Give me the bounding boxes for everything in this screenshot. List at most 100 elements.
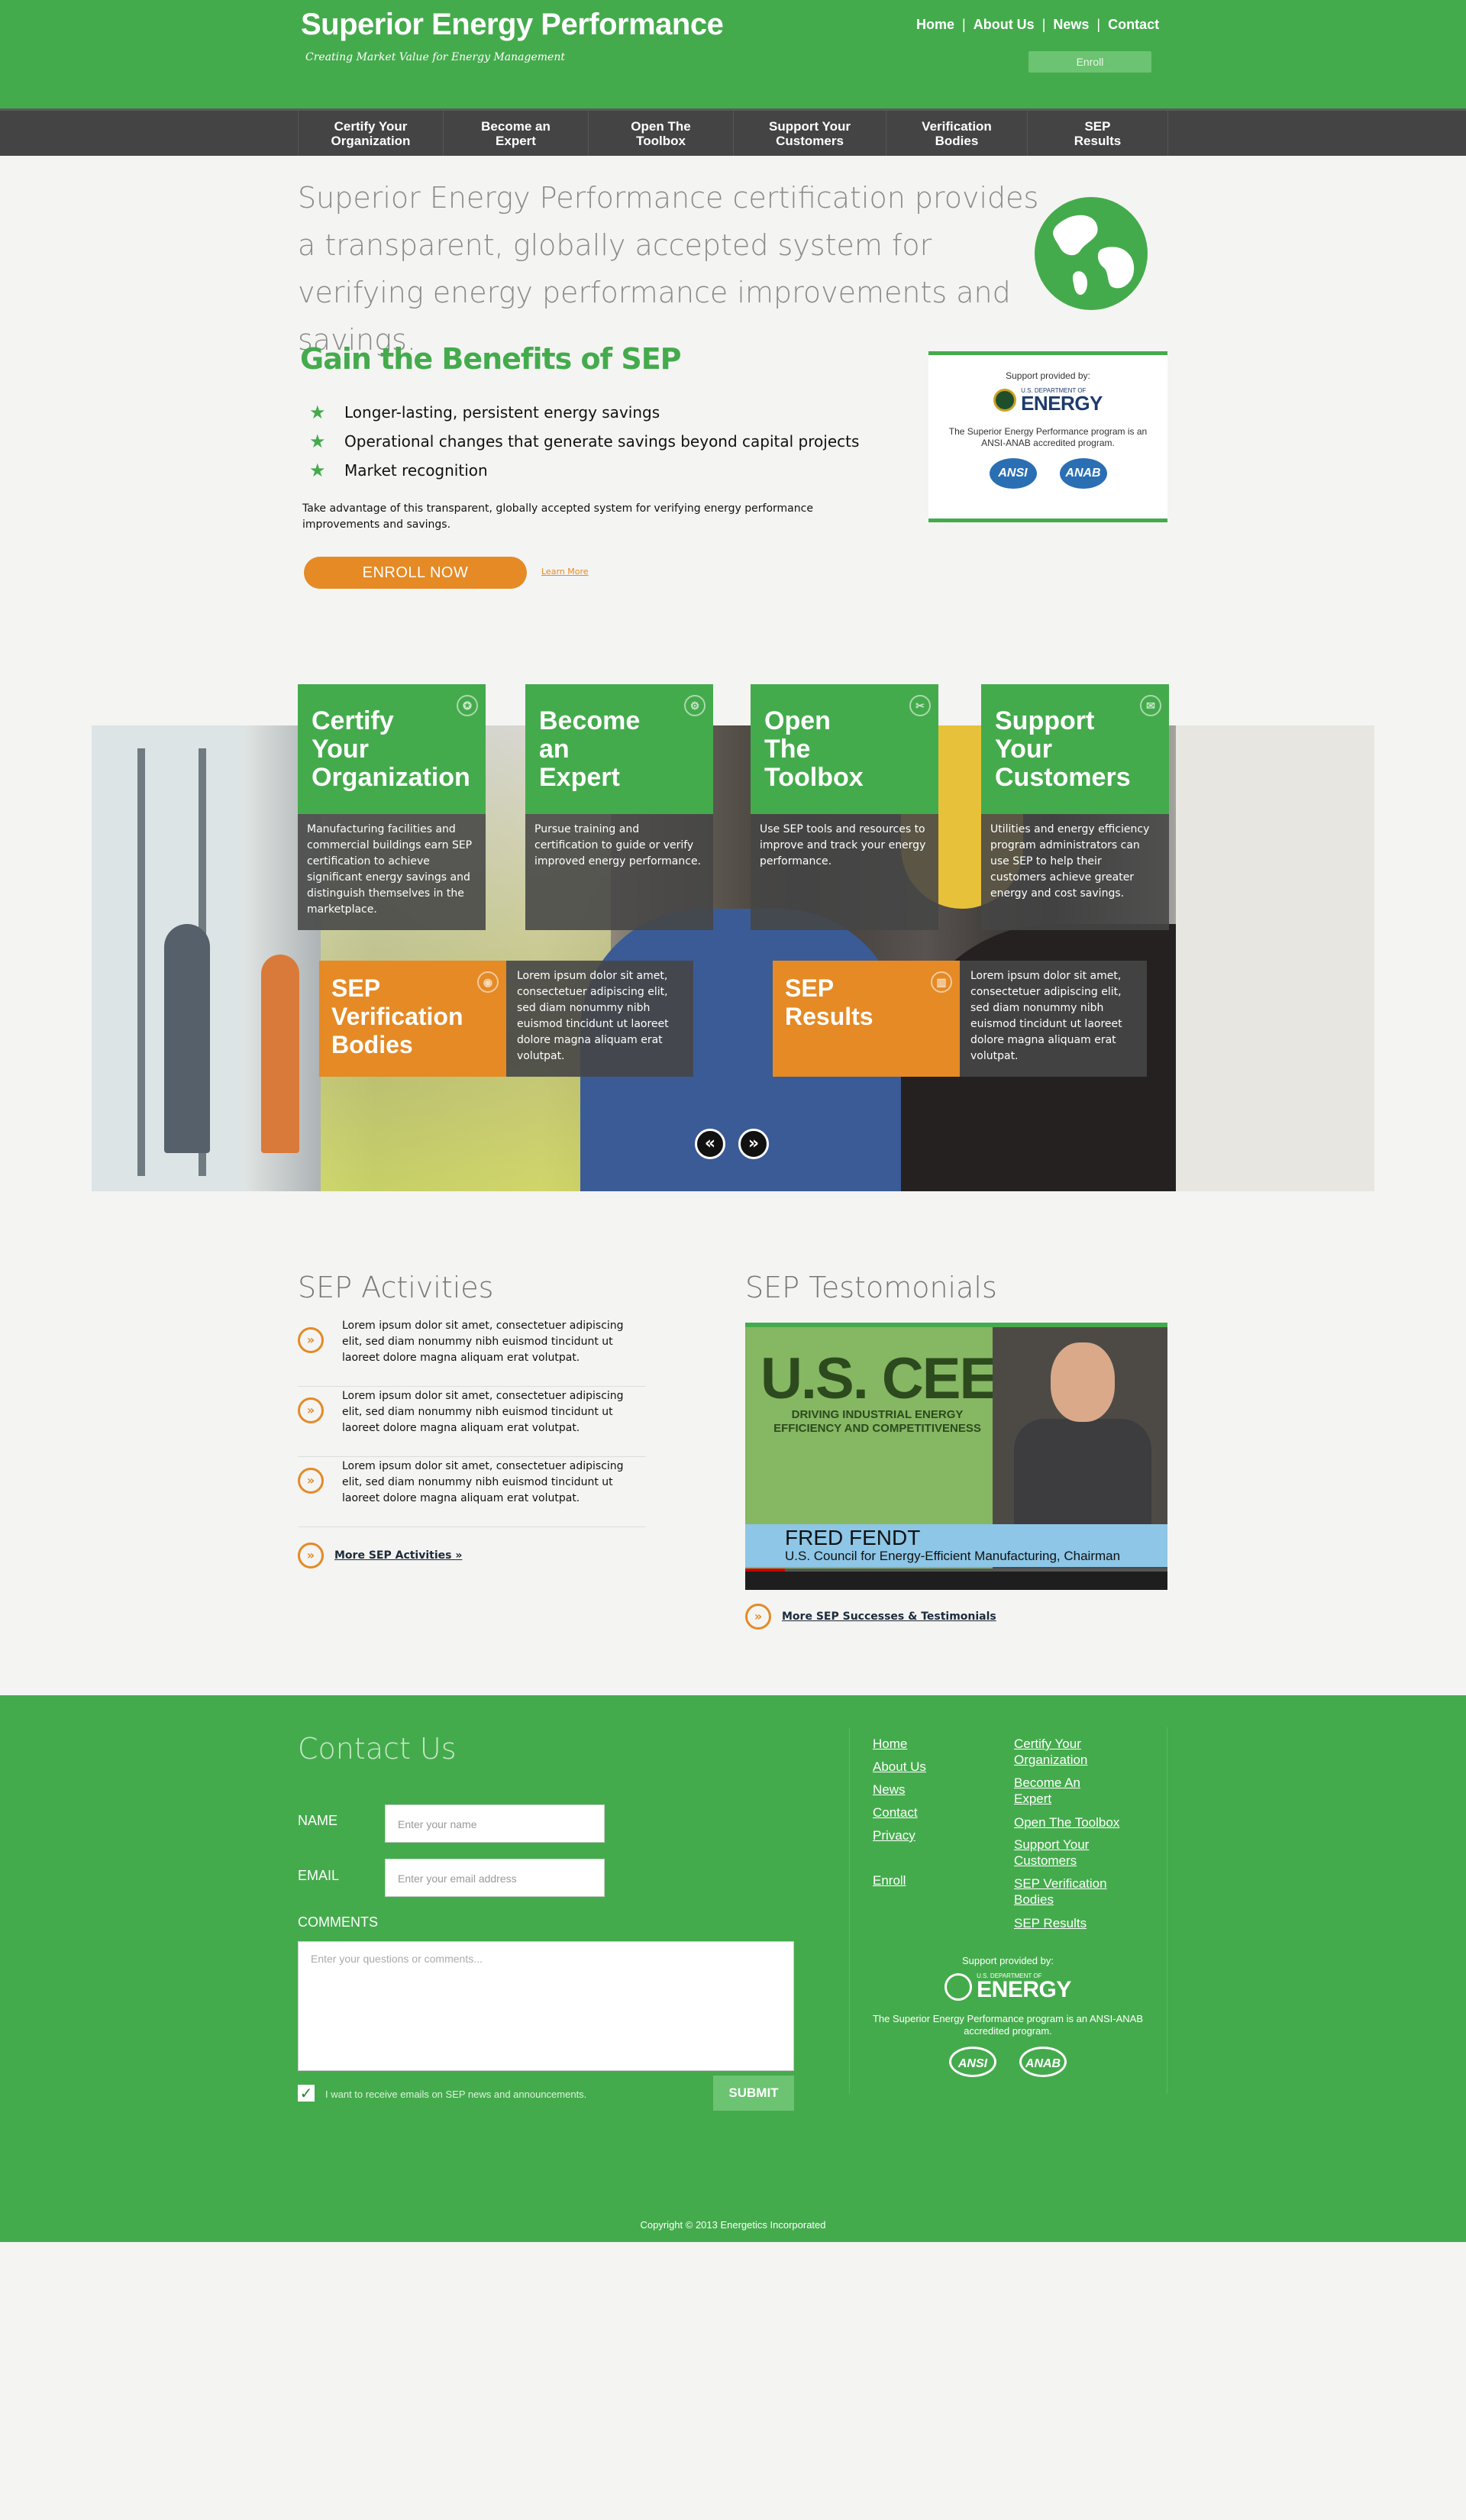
- footer-accreditation-logos: ANSI ANAB: [870, 2047, 1145, 2077]
- footer-support-label: Support provided by:: [962, 1955, 1054, 1966]
- slider-window-frame: [137, 748, 145, 1176]
- site-tagline: Creating Market Value for Energy Managem…: [305, 51, 565, 63]
- mainnav-expert[interactable]: Become an Expert: [443, 111, 588, 156]
- site-title[interactable]: Superior Energy Performance: [301, 8, 724, 42]
- slider-card-certify[interactable]: Certify Your Organization ✪ Manufacturing…: [298, 684, 486, 930]
- activity-item[interactable]: » Lorem ipsum dolor sit amet, consectetu…: [298, 1317, 646, 1387]
- main-nav-items: Certify Your Organization Become an Expe…: [298, 111, 1168, 156]
- submit-button[interactable]: SUBMIT: [713, 2076, 794, 2111]
- footer-link-contact[interactable]: Contact: [873, 1804, 918, 1821]
- accreditation-logos: ANSI ANAB: [928, 458, 1167, 489]
- benefit-item: ★ Operational changes that generate savin…: [309, 427, 859, 456]
- accreditation-text: The Superior Energy Performance program …: [948, 426, 1148, 448]
- doe-seal-icon: [993, 388, 1017, 412]
- footer-link-toolbox[interactable]: Open The Toolbox: [1014, 1814, 1119, 1830]
- more-activities-link[interactable]: » More SEP Activities »: [298, 1543, 462, 1569]
- topnav-about[interactable]: About Us: [966, 17, 1042, 33]
- more-testimonials-text[interactable]: More SEP Successes & Testimonials: [782, 1611, 996, 1623]
- footer-link-certify[interactable]: Certify Your Organization: [1014, 1736, 1087, 1768]
- slider-card-expert[interactable]: Become an Expert ⚙ Pursue training and ce…: [525, 684, 713, 930]
- card-text: Utilities and energy efficiency program …: [981, 814, 1169, 930]
- mainnav-verification[interactable]: Verification Bodies: [886, 111, 1027, 156]
- more-testimonials-link[interactable]: » More SEP Successes & Testimonials: [745, 1604, 996, 1630]
- chevron-double-icon: »: [298, 1327, 324, 1353]
- mainnav-customers[interactable]: Support Your Customers: [733, 111, 886, 156]
- benefits-title: Gain the Benefits of SEP: [300, 342, 682, 376]
- benefit-text: Longer-lasting, persistent energy saving…: [344, 403, 660, 422]
- learn-more-link[interactable]: Learn More: [541, 567, 589, 577]
- email-label: EMAIL: [298, 1868, 340, 1883]
- copyright: Copyright © 2013 Energetics Incorporated: [640, 2219, 826, 2231]
- name-input[interactable]: Enter your name: [385, 1804, 605, 1843]
- footer-link-news[interactable]: News: [873, 1782, 906, 1798]
- slider-card-customers[interactable]: Support Your Customers ✉ Utilities and en…: [981, 684, 1169, 930]
- card-title: Support Your Customers: [995, 706, 1131, 792]
- slider-next-button[interactable]: »: [738, 1129, 769, 1159]
- anab-logo: ANAB: [1019, 2047, 1067, 2077]
- slider-person-shape: [261, 955, 299, 1153]
- footer-link-about[interactable]: About Us: [873, 1759, 926, 1775]
- hero-slider: [92, 725, 1374, 1199]
- enroll-button[interactable]: Enroll: [1028, 51, 1151, 73]
- main-nav: Certify Your Organization Become an Expe…: [0, 108, 1466, 156]
- card-text: Lorem ipsum dolor sit amet, consectetuer…: [506, 961, 693, 1077]
- footer-link-home[interactable]: Home: [873, 1736, 907, 1752]
- doe-seal-icon: [945, 1972, 973, 2001]
- footer-link-customers[interactable]: Support Your Customers: [1014, 1837, 1089, 1869]
- ansi-logo: ANSI: [989, 458, 1037, 489]
- chevron-double-icon: »: [298, 1543, 324, 1569]
- slider-card-toolbox[interactable]: Open The Toolbox ✂ Use SEP tools and reso…: [751, 684, 938, 930]
- footer-divider: [849, 1727, 850, 2094]
- mainnav-results[interactable]: SEP Results: [1027, 111, 1168, 156]
- benefit-item: ★ Market recognition: [309, 456, 859, 485]
- enroll-now-button[interactable]: ENROLL NOW: [304, 557, 527, 589]
- slider-bottom-curve: [92, 1191, 1374, 1237]
- wrench-icon: ✂: [909, 695, 931, 716]
- activities-title: SEP Activities: [298, 1271, 494, 1304]
- newsletter-checkbox[interactable]: ✓: [298, 2085, 315, 2102]
- card-title: Become an Expert: [539, 706, 641, 792]
- doe-logo: U.S. DEPARTMENT OF ENERGY: [928, 387, 1167, 413]
- footer-link-results[interactable]: SEP Results: [1014, 1915, 1087, 1931]
- activity-text: Lorem ipsum dolor sit amet, consectetuer…: [342, 1460, 624, 1504]
- mainnav-certify[interactable]: Certify Your Organization: [298, 111, 443, 156]
- star-icon: ★: [309, 460, 326, 481]
- benefit-text: Market recognition: [344, 461, 488, 480]
- gear-icon: ⚙: [684, 695, 706, 716]
- anab-logo: ANAB: [1059, 458, 1107, 489]
- chevron-double-icon: »: [745, 1604, 771, 1630]
- activity-item[interactable]: » Lorem ipsum dolor sit amet, consectetu…: [298, 1457, 646, 1527]
- mainnav-toolbox[interactable]: Open The Toolbox: [588, 111, 733, 156]
- activity-text: Lorem ipsum dolor sit amet, consectetuer…: [342, 1390, 624, 1434]
- activity-item[interactable]: » Lorem ipsum dolor sit amet, consectetu…: [298, 1387, 646, 1457]
- topnav-contact[interactable]: Contact: [1100, 17, 1167, 33]
- benefits-description: Take advantage of this transparent, glob…: [302, 502, 813, 531]
- testimonial-video[interactable]: U.S. CEEM DRIVING INDUSTRIAL ENERGY EFFI…: [745, 1323, 1167, 1590]
- slider-card-verification[interactable]: SEP Verification Bodies ◉ Lorem ipsum dol…: [319, 961, 693, 1077]
- video-progress-track[interactable]: [745, 1569, 1167, 1572]
- footer-link-privacy[interactable]: Privacy: [873, 1827, 915, 1843]
- video-speaker-org: U.S. Council for Energy-Efficient Manufa…: [785, 1549, 1121, 1563]
- footer-link-verification[interactable]: SEP Verification Bodies: [1014, 1875, 1107, 1908]
- video-progress-fill: [745, 1569, 785, 1572]
- topnav-news[interactable]: News: [1045, 17, 1096, 33]
- footer-link-expert[interactable]: Become An Expert: [1014, 1775, 1080, 1807]
- comments-textarea[interactable]: Enter your questions or comments...: [298, 1941, 794, 2071]
- topnav-home[interactable]: Home: [909, 17, 962, 33]
- card-text: Use SEP tools and resources to improve a…: [751, 814, 938, 930]
- top-nav: Home | About Us | News | Contact: [909, 17, 1167, 33]
- more-activities-text[interactable]: More SEP Activities »: [334, 1549, 462, 1562]
- card-title: SEP Results: [785, 974, 873, 1030]
- card-text: Pursue training and certification to gui…: [525, 814, 713, 930]
- video-controls[interactable]: [745, 1569, 1167, 1590]
- footer-accreditation-text: The Superior Energy Performance program …: [872, 2013, 1144, 2037]
- activity-text: Lorem ipsum dolor sit amet, consectetuer…: [342, 1320, 624, 1364]
- footer-link-enroll[interactable]: Enroll: [873, 1872, 906, 1888]
- slider-prev-button[interactable]: «: [695, 1129, 725, 1159]
- intro-statement: Superior Energy Performance certificatio…: [298, 181, 1039, 357]
- card-title: Open The Toolbox: [764, 706, 864, 792]
- newsletter-checkbox-label: I want to receive emails on SEP news and…: [325, 2089, 587, 2100]
- slider-card-results[interactable]: SEP Results ▥ Lorem ipsum dolor sit amet,…: [773, 961, 1147, 1077]
- testimonials-title: SEP Testomonials: [745, 1271, 997, 1304]
- email-input[interactable]: Enter your email address: [385, 1859, 605, 1897]
